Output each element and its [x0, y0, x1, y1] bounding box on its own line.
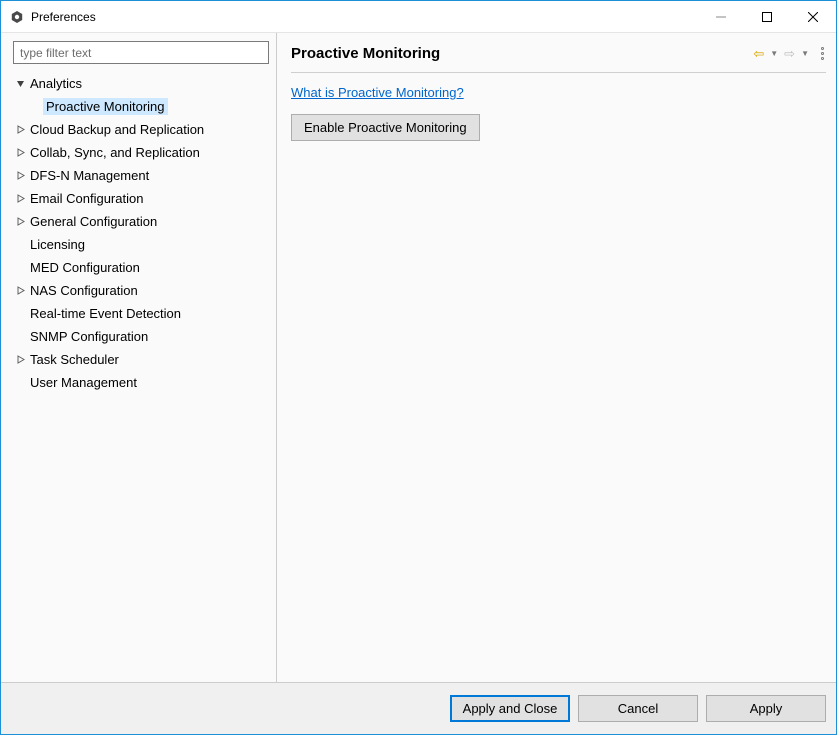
footer: Apply and Close Cancel Apply: [1, 682, 836, 734]
tree-item-label: MED Configuration: [27, 259, 143, 276]
main-panel: Proactive Monitoring ⇦ ▼ ⇨ ▼ What is Pro…: [277, 33, 836, 682]
titlebar: Preferences: [1, 1, 836, 33]
tree-item-general-config[interactable]: General Configuration: [7, 210, 272, 233]
tree-item-task-scheduler[interactable]: Task Scheduler: [7, 348, 272, 371]
tree-item-label: Task Scheduler: [27, 351, 122, 368]
tree-item-dfsn[interactable]: DFS-N Management: [7, 164, 272, 187]
apply-and-close-button[interactable]: Apply and Close: [450, 695, 570, 722]
header-nav: ⇦ ▼ ⇨ ▼: [751, 45, 826, 62]
chevron-right-icon[interactable]: [13, 217, 27, 226]
minimize-button[interactable]: [698, 2, 744, 32]
nav-back-icon[interactable]: ⇦: [751, 46, 766, 62]
tree-item-nas-config[interactable]: NAS Configuration: [7, 279, 272, 302]
tree-item-label: Analytics: [27, 75, 85, 92]
tree-item-collab-sync[interactable]: Collab, Sync, and Replication: [7, 141, 272, 164]
nav-back-dropdown[interactable]: ▼: [768, 49, 780, 58]
tree-item-label: Collab, Sync, and Replication: [27, 144, 203, 161]
preferences-window: Preferences Analytics: [0, 0, 837, 735]
tree-item-label: DFS-N Management: [27, 167, 152, 184]
close-button[interactable]: [790, 2, 836, 32]
tree-item-label: Cloud Backup and Replication: [27, 121, 207, 138]
tree-item-realtime-event[interactable]: Real-time Event Detection: [7, 302, 272, 325]
page-title: Proactive Monitoring: [291, 45, 440, 62]
tree-item-user-management[interactable]: User Management: [7, 371, 272, 394]
chevron-right-icon[interactable]: [13, 171, 27, 180]
tree-item-proactive-monitoring[interactable]: Proactive Monitoring: [7, 95, 272, 118]
tree-item-med-config[interactable]: MED Configuration: [7, 256, 272, 279]
tree-item-label: Email Configuration: [27, 190, 146, 207]
tree-item-email-config[interactable]: Email Configuration: [7, 187, 272, 210]
apply-button[interactable]: Apply: [706, 695, 826, 722]
cancel-button[interactable]: Cancel: [578, 695, 698, 722]
maximize-button[interactable]: [744, 2, 790, 32]
chevron-right-icon[interactable]: [13, 125, 27, 134]
tree-item-cloud-backup[interactable]: Cloud Backup and Replication: [7, 118, 272, 141]
body: Analytics Proactive Monitoring Cloud Bac…: [1, 33, 836, 682]
chevron-down-icon[interactable]: [13, 79, 27, 88]
preferences-tree: Analytics Proactive Monitoring Cloud Bac…: [7, 72, 272, 394]
tree-item-label: User Management: [27, 374, 140, 391]
view-menu-icon[interactable]: [819, 45, 826, 62]
nav-forward-dropdown[interactable]: ▼: [799, 49, 811, 58]
chevron-right-icon[interactable]: [13, 194, 27, 203]
tree-item-label: Real-time Event Detection: [27, 305, 184, 322]
help-link[interactable]: What is Proactive Monitoring?: [291, 85, 826, 100]
tree-item-label: Licensing: [27, 236, 88, 253]
chevron-right-icon[interactable]: [13, 355, 27, 364]
enable-proactive-monitoring-button[interactable]: Enable Proactive Monitoring: [291, 114, 480, 141]
app-icon: [9, 9, 25, 25]
filter-input[interactable]: [13, 41, 269, 64]
tree-item-label: Proactive Monitoring: [43, 98, 168, 115]
tree-item-label: NAS Configuration: [27, 282, 141, 299]
tree-item-analytics[interactable]: Analytics: [7, 72, 272, 95]
chevron-right-icon[interactable]: [13, 286, 27, 295]
tree-item-licensing[interactable]: Licensing: [7, 233, 272, 256]
window-buttons: [698, 2, 836, 32]
window-title: Preferences: [31, 10, 96, 24]
tree-item-snmp-config[interactable]: SNMP Configuration: [7, 325, 272, 348]
nav-forward-icon[interactable]: ⇨: [782, 46, 797, 62]
tree-item-label: General Configuration: [27, 213, 160, 230]
chevron-right-icon[interactable]: [13, 148, 27, 157]
tree-item-label: SNMP Configuration: [27, 328, 151, 345]
sidebar: Analytics Proactive Monitoring Cloud Bac…: [1, 33, 277, 682]
main-header: Proactive Monitoring ⇦ ▼ ⇨ ▼: [291, 41, 826, 73]
